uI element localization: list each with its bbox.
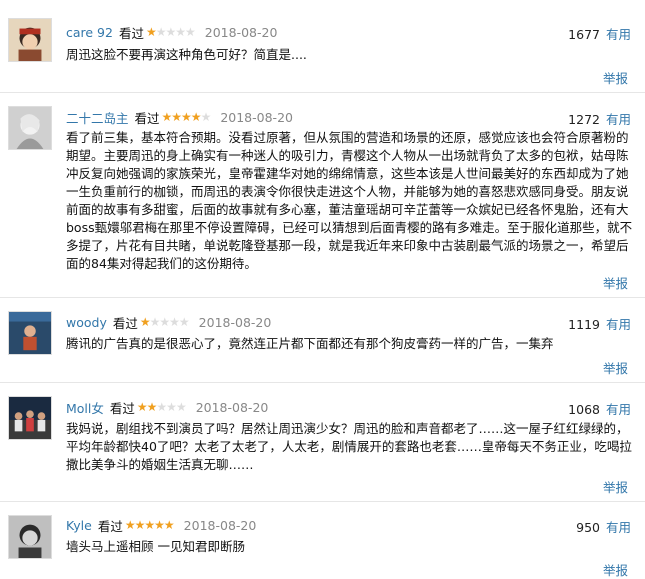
star-rating: ★★★★★ bbox=[161, 110, 212, 124]
vote-area: 950 有用 bbox=[576, 517, 631, 536]
useful-button[interactable]: 有用 bbox=[606, 317, 631, 332]
user-avatar[interactable] bbox=[8, 18, 52, 62]
vote-count: 1068 bbox=[568, 402, 600, 417]
review-date: 2018-08-20 bbox=[183, 517, 257, 533]
star-rating: ★★★★★ bbox=[124, 518, 175, 532]
vote-area: 1119 有用 bbox=[568, 314, 631, 333]
review-comment: 周迅这脸不要再演这种角色可好？简直是.... bbox=[66, 47, 307, 62]
review-comment: 看了前三集，基本符合预期。没看过原著，但从氛围的营造和场景的还原，感觉应该也会符… bbox=[66, 130, 633, 271]
user-avatar[interactable] bbox=[8, 515, 52, 559]
report-link[interactable]: 举报 bbox=[603, 560, 628, 579]
seen-label: 看过 bbox=[118, 25, 144, 41]
username-link[interactable]: Moll女 bbox=[66, 398, 104, 417]
user-avatar[interactable] bbox=[8, 396, 52, 440]
useful-button[interactable]: 有用 bbox=[606, 112, 631, 127]
review-meta: care 92 看过 ★★★★★ 2018-08-20 bbox=[66, 22, 277, 42]
review-meta: woody 看过 ★★★★★ 2018-08-20 bbox=[66, 312, 271, 332]
username-link[interactable]: 二十二岛主 bbox=[66, 108, 129, 127]
vote-count: 1119 bbox=[568, 317, 600, 332]
divider bbox=[0, 382, 645, 383]
review-comment: 我妈说，剧组找不到演员了吗？居然让周迅演少女？周迅的脸和声音都老了……这一屋子红… bbox=[66, 421, 632, 472]
report-link[interactable]: 举报 bbox=[603, 477, 628, 496]
report-link[interactable]: 举报 bbox=[603, 273, 628, 292]
seen-label: 看过 bbox=[97, 518, 123, 534]
vote-area: 1068 有用 bbox=[568, 399, 631, 418]
review-date: 2018-08-20 bbox=[198, 314, 272, 330]
report-link[interactable]: 举报 bbox=[603, 68, 628, 87]
review-meta: 二十二岛主 看过 ★★★★★ 2018-08-20 bbox=[66, 107, 293, 127]
vote-area: 1677 有用 bbox=[568, 24, 631, 43]
review-meta: Moll女 看过 ★★★★★ 2018-08-20 bbox=[66, 397, 268, 417]
review-date: 2018-08-20 bbox=[220, 109, 293, 125]
review-date: 2018-08-20 bbox=[195, 399, 269, 415]
star-rating: ★★★★★ bbox=[145, 25, 196, 39]
username-link[interactable]: Kyle bbox=[66, 518, 92, 533]
review-comment: 墙头马上遥相顾 一见知君即断肠 bbox=[66, 539, 245, 554]
seen-label: 看过 bbox=[109, 400, 135, 416]
useful-button[interactable]: 有用 bbox=[606, 520, 631, 535]
review-comment: 腾讯的广告真的是很恶心了，竟然连正片都下面都还有那个狗皮膏药一样的广告，一集弃 bbox=[66, 336, 554, 351]
vote-count: 1677 bbox=[568, 27, 600, 42]
vote-area: 1272 有用 bbox=[568, 109, 631, 128]
report-link[interactable]: 举报 bbox=[603, 358, 628, 377]
useful-button[interactable]: 有用 bbox=[606, 27, 631, 42]
divider bbox=[0, 297, 645, 298]
seen-label: 看过 bbox=[112, 315, 138, 331]
vote-count: 950 bbox=[576, 520, 600, 535]
review-date: 2018-08-20 bbox=[204, 24, 278, 40]
divider bbox=[0, 92, 645, 93]
vote-count: 1272 bbox=[568, 112, 600, 127]
username-link[interactable]: care 92 bbox=[66, 25, 113, 40]
review-meta: Kyle 看过 ★★★★★ 2018-08-20 bbox=[66, 515, 256, 535]
username-link[interactable]: woody bbox=[66, 315, 107, 330]
user-avatar[interactable] bbox=[8, 106, 52, 150]
divider bbox=[0, 501, 645, 502]
star-rating: ★★★★★ bbox=[139, 315, 190, 329]
star-rating: ★★★★★ bbox=[136, 400, 187, 414]
seen-label: 看过 bbox=[134, 110, 160, 126]
user-avatar[interactable] bbox=[8, 311, 52, 355]
useful-button[interactable]: 有用 bbox=[606, 402, 631, 417]
